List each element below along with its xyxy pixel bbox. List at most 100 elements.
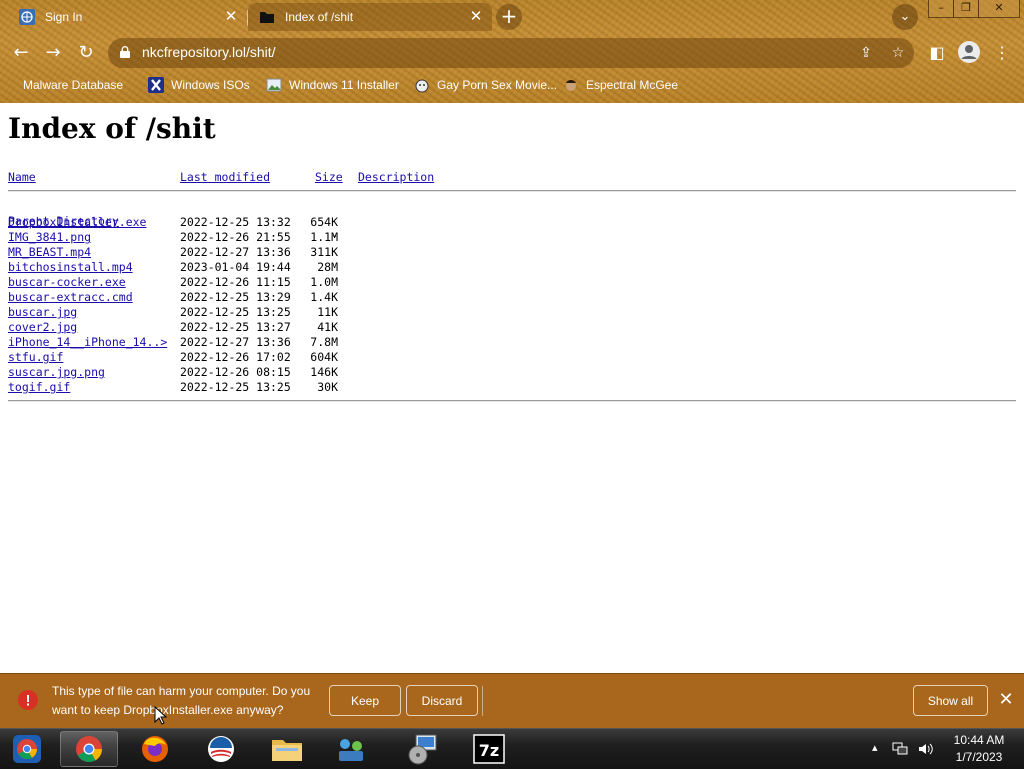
file-link[interactable]: cover2.jpg: [8, 320, 77, 334]
file-row: IMG_3841.png 2022-12-26 21:55 1.1M: [0, 230, 1020, 245]
file-modified: 2022-12-25 13:29: [180, 290, 291, 304]
file-modified: 2023-01-04 19:44: [180, 260, 291, 274]
file-size: 604K: [310, 350, 338, 364]
tab-index-of-shit[interactable]: Index of /shit ✕: [248, 3, 492, 31]
file-size: 1.1M: [310, 230, 338, 244]
warning-icon: [18, 690, 38, 710]
file-link[interactable]: buscar-extracc.cmd: [8, 290, 133, 304]
forward-button[interactable]: →: [41, 41, 65, 65]
volume-icon[interactable]: [918, 742, 934, 756]
bookmark-espectral-mcgee[interactable]: Espectral McGee: [563, 77, 678, 93]
file-modified: 2022-12-27 13:36: [180, 335, 291, 349]
tab-close-icon[interactable]: ✕: [468, 9, 484, 25]
file-link[interactable]: iPhone_14__iPhone_14..>: [8, 335, 167, 349]
chrome-icon: [13, 735, 41, 763]
back-button[interactable]: ←: [9, 41, 33, 65]
file-size: 311K: [310, 245, 338, 259]
tab-search-button[interactable]: ⌄: [892, 4, 918, 30]
avatar[interactable]: [958, 41, 980, 63]
taskbar-network[interactable]: [322, 731, 380, 767]
file-size: 654K: [310, 215, 338, 229]
file-modified: 2022-12-26 17:02: [180, 350, 291, 364]
bookmark-label: Windows ISOs: [171, 78, 250, 92]
file-link[interactable]: suscar.jpg.png: [8, 365, 105, 379]
discard-button[interactable]: Discard: [406, 685, 478, 716]
file-link[interactable]: bitchosinstall.mp4: [8, 260, 133, 274]
show-hidden-icons-icon[interactable]: ▴: [872, 741, 878, 754]
file-link[interactable]: IMG_3841.png: [8, 230, 91, 244]
file-link[interactable]: buscar-cocker.exe: [8, 275, 126, 289]
file-link[interactable]: DropboxInstaller.exe: [8, 215, 146, 229]
file-row: buscar-cocker.exe 2022-12-26 11:15 1.0M: [0, 275, 1020, 290]
close-icon[interactable]: ✕: [996, 690, 1016, 710]
column-header-last-modified[interactable]: Last modified: [180, 170, 270, 184]
bookmark-windows-11-installer[interactable]: Windows 11 Installer: [266, 77, 399, 93]
file-modified: 2022-12-26 11:15: [180, 275, 291, 289]
close-window-button[interactable]: ✕: [978, 0, 1020, 18]
network-icon: [339, 739, 363, 761]
taskbar-file-explorer[interactable]: [258, 731, 316, 767]
keep-button[interactable]: Keep: [329, 685, 401, 716]
taskbar-obama[interactable]: [192, 731, 250, 767]
chrome-icon: [76, 736, 103, 763]
maximize-button[interactable]: ❐: [953, 0, 979, 18]
pumpkin-icon: [415, 79, 429, 93]
file-link[interactable]: buscar.jpg: [8, 305, 77, 319]
column-header-name[interactable]: Name: [8, 170, 36, 184]
folder-icon: [260, 12, 274, 23]
bookmark-windows-isos[interactable]: Windows ISOs: [148, 77, 250, 93]
leaf-icon: [14, 77, 16, 93]
column-header-description[interactable]: Description: [358, 170, 434, 184]
bookmark-label: Malware Database: [23, 78, 124, 92]
file-size: 11K: [317, 305, 338, 319]
bookmark-star-icon[interactable]: ☆: [890, 45, 906, 61]
taskbar-7zip[interactable]: 7z: [460, 731, 518, 767]
x-icon: [148, 77, 164, 93]
file-modified: 2022-12-27 13:36: [180, 245, 291, 259]
reload-button[interactable]: ↻: [74, 41, 98, 65]
file-size: 1.4K: [310, 290, 338, 304]
address-bar[interactable]: nkcfrepository.lol/shit/ ⇪ ☆: [108, 38, 914, 68]
clock[interactable]: 10:44 AM 1/7/2023: [944, 732, 1014, 766]
file-row: bitchosinstall.mp4 2023-01-04 19:44 28M: [0, 260, 1020, 275]
file-link[interactable]: MR_BEAST.mp4: [8, 245, 91, 259]
network-status-icon[interactable]: [892, 742, 908, 756]
file-row: buscar.jpg 2022-12-25 13:25 11K: [0, 305, 1020, 320]
face-icon: [566, 80, 576, 91]
file-link[interactable]: stfu.gif: [8, 350, 63, 364]
file-modified: 2022-12-25 13:32: [180, 215, 291, 229]
show-all-button[interactable]: Show all: [913, 685, 988, 716]
browser-chrome: Sign In ✕ Index of /shit ✕ + ⌄ – ❐ ✕ ← →…: [0, 0, 1024, 103]
mouse-cursor-icon: [154, 706, 168, 725]
column-header-size[interactable]: Size: [315, 170, 343, 184]
file-row: suscar.jpg.png 2022-12-26 08:15 146K: [0, 365, 1020, 380]
start-button[interactable]: [0, 731, 54, 767]
clock-time: 10:44 AM: [953, 733, 1005, 747]
bookmark-gay-porn-sex-movie[interactable]: Gay Porn Sex Movie...: [414, 77, 557, 93]
more-menu-icon[interactable]: ⋮: [990, 41, 1014, 65]
taskbar-chrome[interactable]: [60, 731, 118, 767]
system-tray: ▴: [868, 729, 948, 769]
bookmark-label: Espectral McGee: [586, 78, 679, 92]
bookmark-label: Gay Porn Sex Movie...: [437, 78, 558, 92]
file-modified: 2022-12-25 13:25: [180, 305, 291, 319]
file-size: 41K: [317, 320, 338, 334]
new-tab-button[interactable]: +: [496, 4, 522, 30]
file-modified: 2022-12-26 08:15: [180, 365, 291, 379]
file-row: buscar-extracc.cmd 2022-12-25 13:29 1.4K: [0, 290, 1020, 305]
bookmark-malware-database[interactable]: Malware Database: [14, 77, 123, 93]
taskbar-firefox[interactable]: [126, 731, 184, 767]
share-icon[interactable]: ⇪: [858, 45, 874, 61]
minimize-button[interactable]: –: [928, 0, 954, 18]
tab-sign-in[interactable]: Sign In ✕: [0, 3, 247, 31]
file-link[interactable]: togif.gif: [8, 380, 70, 394]
browser-toolbar: ← → ↻ nkcfrepository.lol/shit/ ⇪ ☆ ◧ ⋮: [0, 34, 1024, 72]
side-panel-icon[interactable]: ◧: [925, 41, 949, 65]
page-title: Index of /shit: [8, 112, 216, 145]
obama-icon: [208, 736, 234, 762]
svg-text:7z: 7z: [479, 741, 499, 760]
tab-close-icon[interactable]: ✕: [223, 9, 239, 25]
file-size: 7.8M: [310, 335, 338, 349]
taskbar-installer[interactable]: [394, 731, 452, 767]
file-size: 146K: [310, 365, 338, 379]
